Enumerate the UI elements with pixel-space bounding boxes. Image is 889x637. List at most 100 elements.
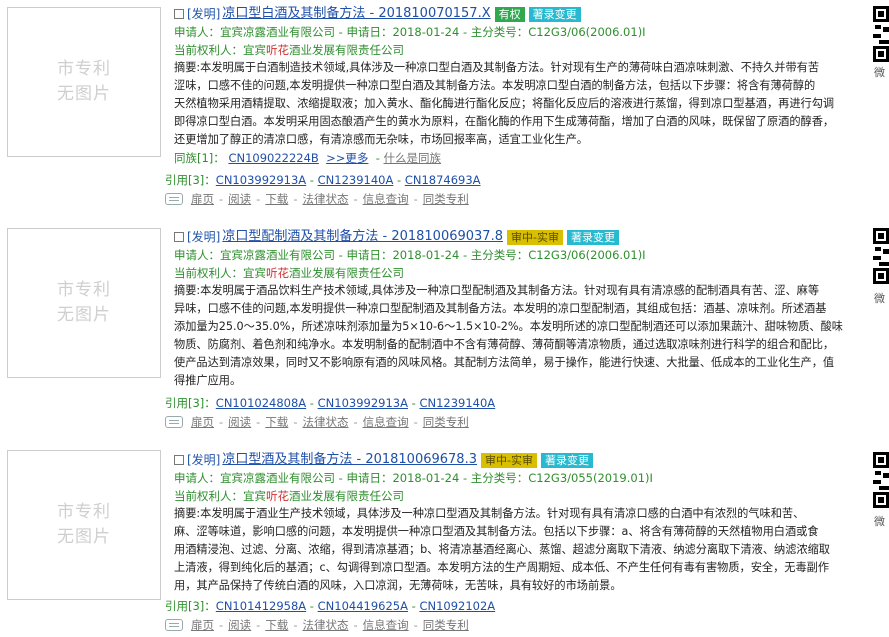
change-badge[interactable]: 著录变更	[540, 452, 593, 468]
info-query-link[interactable]: 信息查询	[363, 413, 409, 431]
patent-title-link[interactable]: 凉口型酒及其制备方法 - 201810069678.3	[222, 451, 477, 469]
citation-row: 引用[3]：CN101412958A - CN104419625A - CN10…	[165, 599, 496, 613]
family-label: 同族[1]：	[174, 151, 225, 165]
read-link[interactable]: 阅读	[228, 413, 251, 431]
frontpage-link[interactable]: 扉页	[191, 413, 214, 431]
patent-meta: 申请人：宜宾凉露酒业有限公司 - 申请日：2018-01-24 - 主分类号：C…	[174, 471, 653, 485]
qr-code-icon[interactable]	[873, 228, 889, 284]
abstract: 摘要:本发明属于白酒制造技术领域,具体涉及一种凉口型白酒及其制备方法。针对现有生…	[174, 59, 876, 149]
abstract-line: 天然植物采用酒精提取、浓缩提取液；加入黄水、酯化酶进行酯化反应；将酯化反应后的溶…	[174, 97, 835, 110]
citation-label: 引用[3]：	[165, 173, 216, 187]
wechat-label: 微	[874, 66, 885, 79]
placeholder-line: 无图片	[57, 305, 111, 325]
legal-status-link[interactable]: 法律状态	[302, 413, 348, 431]
citation-link[interactable]: CN1239140A	[318, 173, 394, 187]
legal-status-link[interactable]: 法律状态	[302, 616, 348, 634]
placeholder-line: 无图片	[57, 84, 111, 104]
abstract-line: 涩味，口感不佳的问题,本发明提供一种凉口型白酒及其制备方法。本发明凉口型白酒的制…	[174, 79, 816, 92]
similar-patents-link[interactable]: 同类专利	[423, 616, 469, 634]
status-badge: 审中-实审	[507, 229, 563, 245]
download-link[interactable]: 下载	[265, 616, 288, 634]
citation-link[interactable]: CN103992913A	[216, 173, 306, 187]
no-image-placeholder: 市专利 无图片	[57, 57, 111, 107]
expand-toggle-icon[interactable]	[165, 619, 183, 631]
patent-type: [发明]	[187, 453, 221, 467]
abstract-line: 得推广应用。	[174, 374, 242, 387]
abstract-line: 麻、涩等味道，影响口感的问题，本发明提供一种凉口型酒及其制备方法。包括以下步骤：…	[174, 525, 819, 538]
placeholder-line: 市专利	[57, 280, 111, 300]
info-query-link[interactable]: 信息查询	[363, 616, 409, 634]
current-owner: 当前权利人：宜宾听花酒业发展有限责任公司	[174, 264, 876, 282]
read-link[interactable]: 阅读	[228, 616, 251, 634]
patent-thumbnail[interactable]: 市专利 无图片	[7, 7, 161, 157]
read-link[interactable]: 阅读	[228, 190, 251, 208]
patent-thumbnail[interactable]: 市专利 无图片	[7, 228, 161, 378]
citation-row: 引用[3]：CN101024808A - CN103992913A - CN12…	[165, 396, 496, 410]
wechat-label: 微	[874, 292, 885, 305]
abstract-line: 即得凉口型白酒。本发明采用固态酿酒产生的黄水为原料，在酯化酶的作用下生成薄荷酯，…	[174, 115, 835, 128]
citation-link[interactable]: CN1092102A	[419, 599, 495, 613]
abstract-line: 添加量为25.0～35.0%，所述凉味剂添加量为5×10-6～1.5×10-2%…	[174, 320, 843, 333]
change-badge[interactable]: 著录变更	[566, 229, 619, 245]
abstract-line: 用酒精浸泡、过滤、分离、浓缩，得到清凉基酒；b、将清凉基酒经离心、蒸馏、超滤分离…	[174, 543, 830, 556]
patent-title-link[interactable]: 凉口型配制酒及其制备方法 - 201810069037.8	[222, 228, 503, 246]
similar-patents-link[interactable]: 同类专利	[423, 413, 469, 431]
abstract: 摘要:本发明属于酒品饮料生产技术领域,具体涉及一种凉口型配制酒及其制备方法。针对…	[174, 282, 876, 390]
what-is-family-link[interactable]: 什么是同族	[384, 151, 442, 165]
citation-link[interactable]: CN1874693A	[405, 173, 481, 187]
select-checkbox[interactable]	[174, 455, 184, 465]
patent-title-link[interactable]: 凉口型白酒及其制备方法 - 201810070157.X	[222, 5, 490, 23]
citation-label: 引用[3]：	[165, 599, 216, 613]
abstract-line: 用，其产品保持了传统白酒的风味，入口凉润，无薄荷味，无苦味，具有较好的市场前景。	[174, 579, 622, 592]
legal-status-link[interactable]: 法律状态	[302, 190, 348, 208]
family-row: 同族[1]： CN109022224B >>更多 - 什么是同族	[174, 151, 442, 165]
status-badge: 审中-实审	[481, 452, 537, 468]
change-badge[interactable]: 著录变更	[528, 6, 581, 22]
frontpage-link[interactable]: 扉页	[191, 190, 214, 208]
owner-suffix: 酒业发展有限责任公司	[289, 43, 404, 57]
download-link[interactable]: 下载	[265, 413, 288, 431]
action-row: 扉页 - 阅读 - 下载 - 法律状态 - 信息查询 - 同类专利	[165, 413, 469, 431]
abstract-line: 物质、防腐剂、着色剂和纯净水。本发明制备的配制酒中不含有薄荷醇、薄荷酮等清凉物质…	[174, 338, 835, 351]
frontpage-link[interactable]: 扉页	[191, 616, 214, 634]
family-more-link[interactable]: >>更多	[326, 151, 368, 165]
patent-thumbnail[interactable]: 市专利 无图片	[7, 450, 161, 600]
citation-link[interactable]: CN104419625A	[318, 599, 408, 613]
abstract-line: 还更增加了醇正的清凉口感，有清凉感而无杂味，市场回报率高，适宜工业化生产。	[174, 133, 588, 146]
select-checkbox[interactable]	[174, 9, 184, 19]
similar-patents-link[interactable]: 同类专利	[423, 190, 469, 208]
patent-meta: 申请人：宜宾凉露酒业有限公司 - 申请日：2018-01-24 - 主分类号：C…	[174, 25, 646, 39]
citation-label: 引用[3]：	[165, 396, 216, 410]
wechat-label: 微	[874, 515, 885, 528]
no-image-placeholder: 市专利 无图片	[57, 500, 111, 550]
owner-highlight: 听花	[266, 266, 289, 280]
info-query-link[interactable]: 信息查询	[363, 190, 409, 208]
family-link[interactable]: CN109022224B	[228, 151, 318, 165]
status-badge: 有权	[494, 6, 525, 22]
download-link[interactable]: 下载	[265, 190, 288, 208]
placeholder-line: 市专利	[57, 502, 111, 522]
patent-type: [发明]	[187, 230, 221, 244]
abstract-line: 摘要:本发明属于白酒制造技术领域,具体涉及一种凉口型白酒及其制备方法。针对现有生…	[174, 61, 820, 74]
select-checkbox[interactable]	[174, 232, 184, 242]
qr-code-icon[interactable]	[873, 6, 889, 62]
citation-link[interactable]: CN103992913A	[318, 396, 408, 410]
action-row: 扉页 - 阅读 - 下载 - 法律状态 - 信息查询 - 同类专利	[165, 190, 469, 208]
patent-meta: 申请人：宜宾凉露酒业有限公司 - 申请日：2018-01-24 - 主分类号：C…	[174, 248, 646, 262]
abstract-line: 摘要:本发明属于酒品饮料生产技术领域,具体涉及一种凉口型配制酒及其制备方法。针对…	[174, 284, 820, 297]
owner-highlight: 听花	[266, 43, 289, 57]
patent-type: [发明]	[187, 7, 221, 21]
citation-link[interactable]: CN101412958A	[216, 599, 306, 613]
citation-link[interactable]: CN101024808A	[216, 396, 306, 410]
abstract: 摘要:本发明属于酒业生产技术领域，具体涉及一种凉口型酒及其制备方法。针对现有具有…	[174, 505, 876, 595]
citation-link[interactable]: CN1239140A	[419, 396, 495, 410]
owner-prefix: 当前权利人：宜宾	[174, 266, 266, 280]
owner-suffix: 酒业发展有限责任公司	[289, 489, 404, 503]
qr-code-icon[interactable]	[873, 452, 889, 508]
current-owner: 当前权利人：宜宾听花酒业发展有限责任公司	[174, 487, 876, 505]
owner-prefix: 当前权利人：宜宾	[174, 43, 266, 57]
expand-toggle-icon[interactable]	[165, 193, 183, 205]
abstract-line: 上清液，得到纯化后的基酒；c、勾调得到凉口型酒。本发明方法的生产周期短、成本低、…	[174, 561, 830, 574]
expand-toggle-icon[interactable]	[165, 416, 183, 428]
citation-row: 引用[3]：CN103992913A - CN1239140A - CN1874…	[165, 173, 481, 187]
